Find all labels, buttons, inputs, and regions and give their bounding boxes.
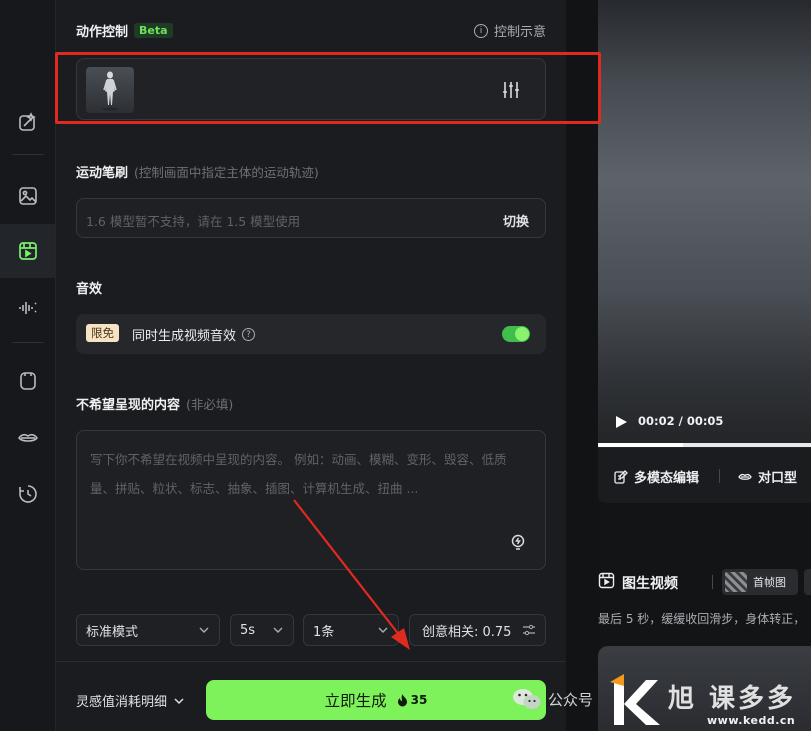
sound-effect-row: 限免 同时生成视频音效 ? [76,314,546,354]
chevron-down-icon [199,627,209,633]
chevron-down-icon [174,697,184,704]
sidebar-divider [12,342,44,343]
motion-control-title: 动作控制 [76,25,129,40]
lips-icon [738,473,752,480]
sidebar [0,0,56,731]
lip-sync-label: 对口型 [758,471,798,486]
history-item-header: 图生视频 首帧图 [598,568,811,598]
generate-cost-value: 35 [410,693,428,707]
help-icon[interactable]: ? [242,328,256,341]
sound-header: 音效 [76,278,102,297]
site-watermark: www.kedd.cn [707,714,796,727]
sound-effect-label-group: 同时生成视频音效 ? [132,325,256,344]
creativity-setting[interactable]: 创意相关: 0.75 [409,614,546,646]
info-icon: i [473,23,488,38]
chevron-down-icon [273,627,283,633]
motion-control-header: 动作控制 Beta [76,21,173,40]
cost-detail-dropdown[interactable]: 灵感值消耗明细 [76,691,185,710]
limited-free-badge: 限免 [86,324,119,342]
lightbulb-icon[interactable] [509,533,527,555]
wechat-icon [513,689,541,709]
footer-divider [56,661,566,662]
motion-brush-placeholder: 1.6 模型暂不支持，请在 1.5 模型使用 [86,214,301,229]
mode-select-value: 标准模式 [86,624,139,640]
sidebar-divider [12,154,44,155]
play-icon[interactable] [614,415,628,429]
multimodal-edit-button[interactable]: 多模态编辑 [614,467,699,486]
video-icon [598,572,615,589]
video-preview[interactable] [598,0,811,448]
preview-actions: 多模态编辑 对口型 [598,448,811,503]
actions-divider [719,469,720,483]
switch-model-button[interactable]: 切换 [503,211,529,230]
image-icon[interactable] [12,180,44,212]
video-icon[interactable] [0,224,55,278]
wechat-watermark-label: 公众号 [548,690,594,709]
multimodal-edit-label: 多模态编辑 [634,471,700,486]
sound-effect-label: 同时生成视频音效 [132,329,237,344]
audio-wave-icon[interactable] [12,292,44,324]
motion-brush-subtitle: (控制画面中指定主体的运动轨迹) [134,165,319,180]
negative-prompt-header: 不希望呈现的内容 (非必填) [76,394,233,413]
brand-watermark: 旭 课多多 [668,684,797,714]
avatar-frame-icon[interactable] [12,365,44,397]
video-time: 00:02 / 00:05 [638,414,724,428]
beta-badge: Beta [134,23,173,38]
motion-brush-title: 运动笔刷 [76,166,129,181]
negative-prompt-placeholder: 写下你不希望在视频中呈现的内容。 例如：动画、模糊、变形、毁容、低质量、拼贴、粒… [90,452,507,496]
first-frame-label: 首帧图 [753,576,786,589]
negative-prompt-subtitle: (非必填) [186,397,234,412]
edit-icon [614,469,628,484]
motion-brush-field: 1.6 模型暂不支持，请在 1.5 模型使用 切换 [76,198,546,238]
generate-button[interactable]: 立即生成 35 [206,680,546,720]
count-select-value: 1条 [313,624,335,640]
first-frame-thumbnail [725,572,747,592]
history-item-divider [712,575,713,589]
count-select[interactable]: 1条 [303,614,399,646]
video-progress-bar[interactable] [598,443,811,447]
history-item-prompt: 最后 5 秒，缓缓收回滑步，身体转正， [598,612,806,626]
video-controls: 00:02 / 00:05 [598,400,811,444]
mode-select[interactable]: 标准模式 [76,614,220,646]
first-frame-chip[interactable]: 首帧图 [722,569,798,595]
control-demo-link[interactable]: i 控制示意 [473,21,546,40]
sliders-icon [523,624,535,636]
kedd-logo-icon [610,674,660,725]
chevron-down-icon [378,627,388,633]
magic-wand-icon[interactable] [12,106,44,138]
app-root: 动作控制 Beta i 控制示意 运动笔刷 (控制画面中指定主体的运动轨迹) 1… [0,0,811,731]
creativity-value: 创意相关: 0.75 [422,624,512,640]
duration-select[interactable]: 5s [230,614,294,646]
generate-label: 立即生成 [324,692,387,710]
cost-detail-label: 灵感值消耗明细 [76,695,168,710]
annotation-highlight-box [55,52,601,124]
toggle-knob [515,327,529,341]
history-icon[interactable] [12,478,44,510]
sound-title: 音效 [76,282,103,297]
sound-effect-toggle[interactable] [502,326,530,342]
generate-cost: 35 [397,693,428,707]
control-demo-label: 控制示意 [493,25,546,40]
lip-sync-button[interactable]: 对口型 [738,467,797,486]
flame-icon [397,693,407,706]
lips-icon[interactable] [12,422,44,454]
negative-prompt-title: 不希望呈现的内容 [76,398,181,413]
wechat-watermark: 公众号 [512,687,593,711]
motion-brush-header: 运动笔刷 (控制画面中指定主体的运动轨迹) [76,162,319,181]
duration-select-value: 5s [240,622,256,638]
next-frame-chip[interactable] [804,569,811,595]
history-item-title: 图生视频 [622,576,678,592]
negative-prompt-input[interactable]: 写下你不希望在视频中呈现的内容。 例如：动画、模糊、变形、毁容、低质量、拼贴、粒… [76,430,546,570]
